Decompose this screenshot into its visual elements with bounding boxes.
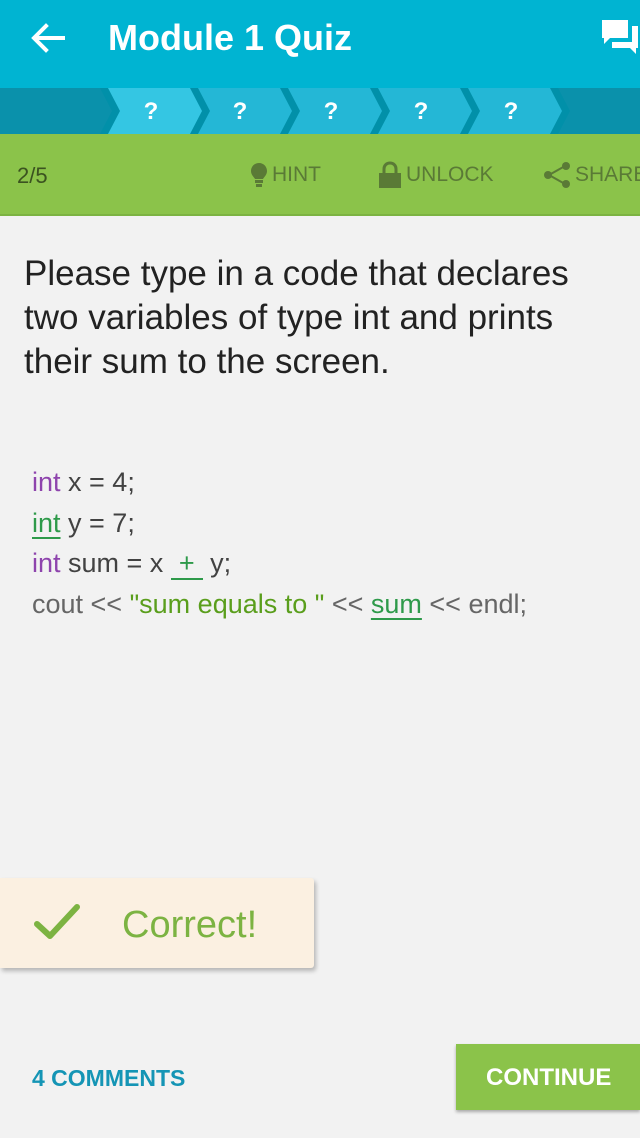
code-text: sum = x <box>60 548 171 578</box>
unlock-button[interactable]: UNLOCK <box>378 134 494 214</box>
arrow-left-icon <box>31 23 65 53</box>
code-text: y = 7; <box>60 507 135 538</box>
unlock-label: UNLOCK <box>406 163 494 186</box>
answer-slot-int[interactable]: int <box>32 508 61 538</box>
code-line-2: int y = 7; <box>32 503 527 544</box>
app-bar: Module 1 Quiz <box>0 0 640 88</box>
question-counter: 2/5 <box>17 163 48 188</box>
page-title: Module 1 Quiz <box>108 17 353 58</box>
code-text: cout << <box>32 588 130 619</box>
code-text: << <box>324 588 371 619</box>
hint-button[interactable]: HINT <box>250 134 321 214</box>
hint-label: HINT <box>272 163 321 186</box>
code-line-3: int sum = x + y; <box>32 543 527 584</box>
code-line-1: int x = 4; <box>32 462 527 503</box>
progress-step-2[interactable]: ? <box>220 88 260 134</box>
progress-step-1[interactable]: ? <box>131 88 171 134</box>
quiz-action-bar: 2/5 HINT UNLOCK SHARE <box>0 134 640 216</box>
code-string: "sum equals to " <box>129 588 325 619</box>
lock-icon <box>379 161 401 188</box>
code-text: y; <box>202 548 232 578</box>
share-button[interactable]: SHARE <box>543 134 640 214</box>
comments-link[interactable]: 4 COMMENTS <box>32 1060 185 1096</box>
code-keyword: int <box>32 467 61 497</box>
lesson-progress: ? ? ? ? ? <box>0 88 640 134</box>
answer-slot-sum[interactable]: sum <box>371 589 422 619</box>
code-text: << endl; <box>421 588 527 619</box>
code-line-4: cout << "sum equals to " << sum << endl; <box>32 584 527 625</box>
result-card: Correct! <box>0 878 314 968</box>
share-label: SHARE <box>575 163 640 186</box>
code-text: x = 4; <box>60 467 135 497</box>
answer-slot-plus[interactable]: + <box>170 548 203 580</box>
result-text: Correct! <box>122 904 258 946</box>
check-icon <box>34 904 80 939</box>
progress-step-3[interactable]: ? <box>311 88 351 134</box>
question-text: Please type in a code that declares two … <box>24 254 569 381</box>
code-block: int x = 4; int y = 7; int sum = x + y; c… <box>32 462 527 624</box>
code-keyword: int <box>32 548 61 578</box>
progress-step-4[interactable]: ? <box>401 88 441 134</box>
progress-step-5[interactable]: ? <box>491 88 531 134</box>
share-icon <box>544 162 570 188</box>
chat-bubbles-icon <box>602 20 638 54</box>
discuss-button[interactable] <box>598 14 640 58</box>
continue-button[interactable]: CONTINUE <box>456 1044 640 1110</box>
lightbulb-icon <box>251 163 267 187</box>
back-button[interactable] <box>26 16 70 60</box>
